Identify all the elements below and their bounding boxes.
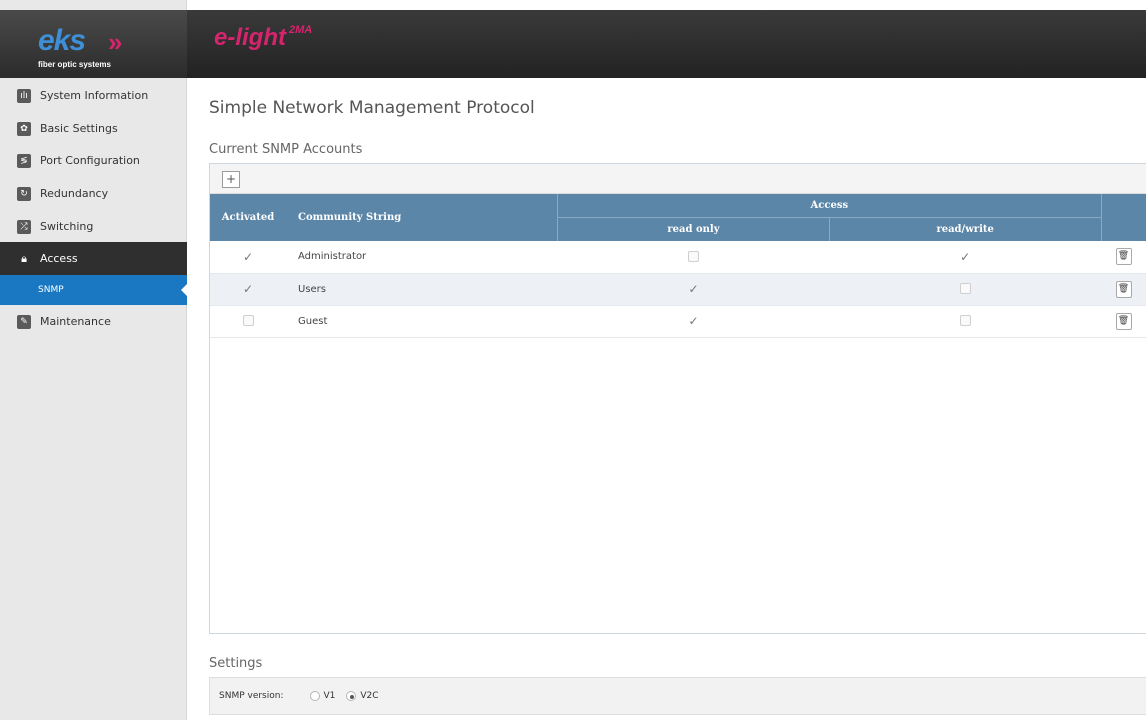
sidebar-item-maintenance[interactable]: ✎ Maintenance bbox=[0, 305, 187, 338]
sidebar-item-label: Port Configuration bbox=[40, 154, 140, 167]
read-only-checkmark-icon[interactable]: ✓ bbox=[688, 282, 698, 296]
activated-checkmark-icon[interactable]: ✓ bbox=[243, 282, 253, 296]
read-write-checkbox[interactable] bbox=[959, 283, 971, 295]
read-only-cell bbox=[557, 241, 830, 274]
table-row: ✓ Administrator ✓ 🗑︎ bbox=[210, 241, 1146, 274]
sidebar-item-label: Redundancy bbox=[40, 187, 109, 200]
sidebar-item-system-information[interactable]: ılı System Information bbox=[0, 79, 187, 112]
settings-bar: SNMP version: V1 V2C bbox=[209, 677, 1146, 715]
port-config-icon: ≶ bbox=[17, 153, 31, 168]
sidebar-item-label: Access bbox=[40, 252, 78, 265]
logo-chevrons-icon: » bbox=[108, 27, 123, 57]
activated-cell: ✓ bbox=[210, 273, 286, 306]
product-model: 2MA bbox=[289, 24, 313, 36]
read-write-cell: ✓ bbox=[829, 241, 1101, 274]
column-header-read-only: read only bbox=[557, 217, 830, 241]
delete-trash-icon[interactable]: 🗑︎ bbox=[1115, 312, 1132, 330]
read-write-checkmark-icon[interactable]: ✓ bbox=[960, 250, 970, 264]
community-string-cell: Users bbox=[286, 273, 558, 306]
read-write-cell bbox=[829, 305, 1101, 338]
radio-v1[interactable] bbox=[309, 691, 320, 701]
logo-subtitle: fiber optic systems bbox=[38, 60, 111, 69]
top-header: e-light 2MA bbox=[187, 10, 1146, 78]
activated-cell: ✓ bbox=[210, 241, 286, 274]
snmp-accounts-panel: + Activated Community String Access read… bbox=[209, 163, 1146, 634]
table-row: ✓ Users ✓ 🗑︎ bbox=[210, 273, 1146, 306]
shuffle-icon: ⤮ bbox=[17, 219, 31, 234]
activated-checkbox[interactable] bbox=[242, 315, 254, 327]
lock-icon: 🔒︎ bbox=[21, 251, 27, 265]
delete-trash-icon[interactable]: 🗑︎ bbox=[1115, 280, 1132, 298]
sidebar-item-switching[interactable]: ⤮ Switching bbox=[0, 210, 187, 243]
section-title-accounts: Current SNMP Accounts bbox=[209, 142, 363, 157]
wrench-icon: ✎ bbox=[17, 314, 31, 329]
sidebar-subitem-snmp[interactable]: SNMP bbox=[0, 275, 187, 305]
community-string-cell: Guest bbox=[286, 305, 558, 338]
product-name: e-light bbox=[214, 24, 286, 51]
column-header-access: Access bbox=[557, 194, 1101, 218]
sidebar-item-port-configuration[interactable]: ≶ Port Configuration bbox=[0, 144, 187, 177]
column-header-actions bbox=[1100, 194, 1146, 241]
radio-option-v1[interactable]: V1 bbox=[309, 691, 336, 701]
bar-chart-icon: ılı bbox=[17, 88, 31, 103]
radio-option-v2c[interactable]: V2C bbox=[346, 691, 379, 701]
read-write-cell bbox=[829, 273, 1101, 306]
activated-cell bbox=[210, 305, 286, 338]
read-write-checkbox[interactable] bbox=[959, 315, 971, 327]
sidebar-item-label: Switching bbox=[40, 220, 94, 233]
snmp-accounts-table: Activated Community String Access read o… bbox=[210, 194, 1146, 338]
sidebar-item-redundancy[interactable]: ↻ Redundancy bbox=[0, 177, 187, 210]
table-body: ✓ Administrator ✓ 🗑︎ ✓ Users ✓ 🗑︎ Guest ✓ 🗑︎ bbox=[210, 241, 1146, 338]
actions-cell: 🗑︎ bbox=[1101, 273, 1146, 306]
radio-v2c[interactable] bbox=[346, 691, 357, 701]
page-title: Simple Network Management Protocol bbox=[209, 98, 535, 118]
radio-label-v2c: V2C bbox=[360, 691, 379, 701]
sidebar-item-label: Maintenance bbox=[40, 315, 111, 328]
eks-logo: eks » fiber optic systems bbox=[0, 10, 187, 78]
column-header-community: Community String bbox=[286, 194, 558, 241]
activated-checkmark-icon[interactable]: ✓ bbox=[243, 250, 253, 264]
gear-icon: ✿ bbox=[17, 121, 31, 136]
read-only-checkbox[interactable] bbox=[687, 251, 699, 262]
sidebar-item-access[interactable]: 🔒︎ Access bbox=[0, 242, 187, 275]
snmp-version-label: SNMP version: bbox=[219, 691, 284, 701]
logo-text: eks bbox=[38, 24, 86, 57]
sidebar: eks » fiber optic systems ılı System Inf… bbox=[0, 0, 187, 720]
column-header-read-write: read/write bbox=[828, 217, 1101, 241]
section-title-settings: Settings bbox=[209, 656, 263, 671]
actions-cell: 🗑︎ bbox=[1101, 305, 1146, 338]
read-only-cell: ✓ bbox=[557, 273, 830, 306]
community-string-cell: Administrator bbox=[286, 241, 558, 274]
sidebar-item-basic-settings[interactable]: ✿ Basic Settings bbox=[0, 112, 187, 145]
add-account-button[interactable]: + bbox=[222, 171, 240, 188]
column-header-activated: Activated bbox=[210, 194, 286, 241]
delete-trash-icon[interactable]: 🗑︎ bbox=[1115, 248, 1132, 266]
refresh-icon: ↻ bbox=[17, 186, 31, 201]
sidebar-item-label: Basic Settings bbox=[40, 122, 118, 135]
read-only-checkmark-icon[interactable]: ✓ bbox=[688, 314, 698, 328]
actions-cell: 🗑︎ bbox=[1101, 241, 1146, 274]
sidebar-item-label: System Information bbox=[40, 89, 149, 102]
table-toolbar: + bbox=[210, 164, 1146, 194]
product-logo: e-light 2MA bbox=[214, 24, 312, 52]
read-only-cell: ✓ bbox=[557, 305, 830, 338]
table-row: Guest ✓ 🗑︎ bbox=[210, 305, 1146, 338]
radio-label-v1: V1 bbox=[323, 691, 336, 701]
